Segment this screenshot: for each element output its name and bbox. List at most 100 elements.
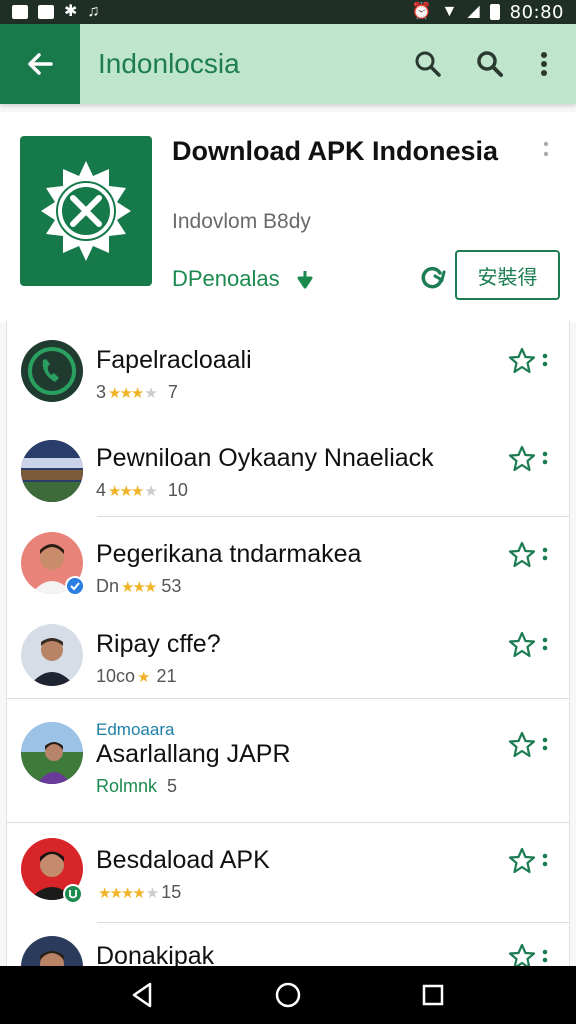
list-item-name: Pewniloan Oykaany Nnaeliack [96, 444, 434, 472]
app-bar-title: Indonlocsia [98, 48, 240, 79]
app-logo-icon [41, 161, 131, 261]
overflow-menu-button[interactable] [534, 46, 554, 82]
more-vert-icon[interactable] [541, 948, 549, 964]
status-time: 80:80 [509, 1, 564, 23]
list-item-name: Fapelracloaali [96, 346, 252, 374]
star-rating-icon: ★★★ [108, 482, 144, 500]
star-outline-icon[interactable] [507, 540, 537, 570]
list-item-name: Besdaload APK [96, 846, 270, 874]
app-bar: Indonlocsia [0, 24, 576, 104]
more-vert-icon[interactable] [541, 450, 549, 466]
back-button[interactable] [0, 24, 80, 104]
list-item-rating: ★★★★ ★ 15 [96, 882, 181, 903]
download-arrow-icon [297, 271, 313, 289]
back-arrow-icon [28, 53, 53, 75]
app-icon [20, 136, 152, 286]
search-button-secondary[interactable] [472, 46, 508, 82]
divider [97, 922, 569, 923]
rating-prefix: 3 [96, 382, 107, 402]
list-item-name: Ripay cffe? [96, 630, 221, 658]
wifi-icon: ◢ [467, 3, 480, 20]
search-button[interactable] [410, 46, 446, 82]
more-vert-icon[interactable] [541, 852, 549, 868]
app-bar-actions [410, 46, 576, 82]
list-item[interactable]: Donakipak [7, 924, 569, 966]
list-item[interactable]: Pewniloan Oykaany Nnaeliack 4 ★★★ ★ 10 [7, 430, 569, 518]
star-outline-icon[interactable] [507, 630, 537, 660]
star-rating-icon: ★ [145, 884, 160, 902]
divider [7, 698, 569, 699]
nav-back-icon[interactable] [128, 980, 158, 1010]
list-item[interactable]: Fapelracloaali 3 ★★★ ★ 7 [7, 320, 569, 430]
star-rating-icon: ★★★★ [98, 884, 146, 902]
list-item[interactable]: Ripay cffe? 10co ★ 21 [7, 614, 569, 698]
rating-prefix: 4 [96, 480, 107, 500]
app-header-card: Download APK Indonesia Indovlom B8dy DPe… [0, 112, 576, 322]
list-item-rating: 10co ★ 21 [96, 666, 177, 687]
status-left: ✱ ♫ [12, 4, 99, 20]
rating-prefix: Rolmnk [96, 776, 158, 796]
phone-icon [28, 347, 76, 395]
list-item[interactable]: Besdaload APK ★★★★ ★ 15 [7, 824, 569, 924]
list-item-rating: Dn ★★★ 53 [96, 576, 181, 597]
sync-icon: ✱ [64, 3, 78, 20]
list-item-rating: 3 ★★★ ★ 7 [96, 382, 178, 403]
rating-suffix: 10 [167, 480, 188, 500]
more-vert-icon[interactable] [541, 736, 549, 752]
music-icon: ♫ [87, 3, 100, 20]
battery-icon [489, 4, 500, 20]
refresh-icon[interactable] [420, 264, 446, 290]
install-button[interactable]: 安裝得 [455, 250, 560, 300]
nav-home-icon[interactable] [273, 980, 303, 1010]
star-outline-icon[interactable] [507, 942, 537, 966]
list-item-name: Asarlallang JAPR [96, 740, 291, 768]
signal-icon: ▼ [441, 3, 458, 20]
more-vert-icon[interactable] [541, 636, 549, 652]
rating-suffix: 21 [156, 666, 177, 686]
divider [7, 822, 569, 823]
list-item[interactable]: Pegerikana tndarmakea Dn ★★★ 53 [7, 518, 569, 614]
avatar [21, 440, 83, 502]
star-outline-icon[interactable] [507, 730, 537, 760]
divider [97, 516, 569, 517]
search-icon [477, 51, 503, 77]
rating-suffix: 53 [161, 576, 182, 596]
navigation-bar [0, 966, 576, 1024]
list-item[interactable]: Edmoaara Asarlallang JAPR Rolmnk 5 [7, 700, 569, 820]
header-more-icon[interactable] [540, 140, 552, 160]
app-title: Download APK Indonesia [172, 136, 499, 166]
list-item-name: Pegerikana tndarmakea [96, 540, 362, 568]
more-vert-icon[interactable] [541, 352, 549, 368]
star-rating-icon: ★ [137, 668, 151, 686]
person-avatar-icon [29, 638, 75, 686]
rating-suffix: 5 [167, 776, 178, 796]
avatar [21, 936, 83, 966]
star-rating-icon: ★ [144, 384, 158, 402]
star-rating-icon: ★★★ [121, 578, 157, 596]
avatar [21, 624, 83, 686]
person-avatar-icon [21, 722, 83, 784]
person-avatar-icon [40, 951, 64, 966]
avatar [21, 340, 83, 402]
rating-prefix: Dn [96, 576, 120, 596]
rating-prefix: 10co [96, 666, 136, 686]
list-item-rating: Rolmnk 5 [96, 776, 177, 797]
star-outline-icon[interactable] [507, 444, 537, 474]
star-outline-icon[interactable] [507, 846, 537, 876]
star-outline-icon[interactable] [507, 346, 537, 376]
nav-recents-icon[interactable] [418, 980, 448, 1010]
status-bar: ✱ ♫ ⏰ ▼ ◢ 80:80 [0, 0, 576, 24]
star-rating-icon: ★ [144, 482, 158, 500]
more-vert-icon [541, 52, 547, 76]
badge-icon [63, 884, 83, 904]
app-list: Fapelracloaali 3 ★★★ ★ 7 Pewniloan Oykaa… [6, 320, 570, 966]
list-item-tag: Edmoaara [96, 720, 175, 739]
notification-icon [38, 5, 54, 19]
screen: ✱ ♫ ⏰ ▼ ◢ 80:80 Indonlocsia Download APK… [0, 0, 576, 1024]
star-rating-icon: ★★★ [108, 384, 144, 402]
developer-link[interactable]: DPenoalas [172, 266, 314, 292]
verified-badge-icon [65, 576, 85, 596]
rating-suffix: 15 [161, 882, 182, 902]
more-vert-icon[interactable] [541, 546, 549, 562]
status-right: ⏰ ▼ ◢ 80:80 [412, 2, 564, 23]
